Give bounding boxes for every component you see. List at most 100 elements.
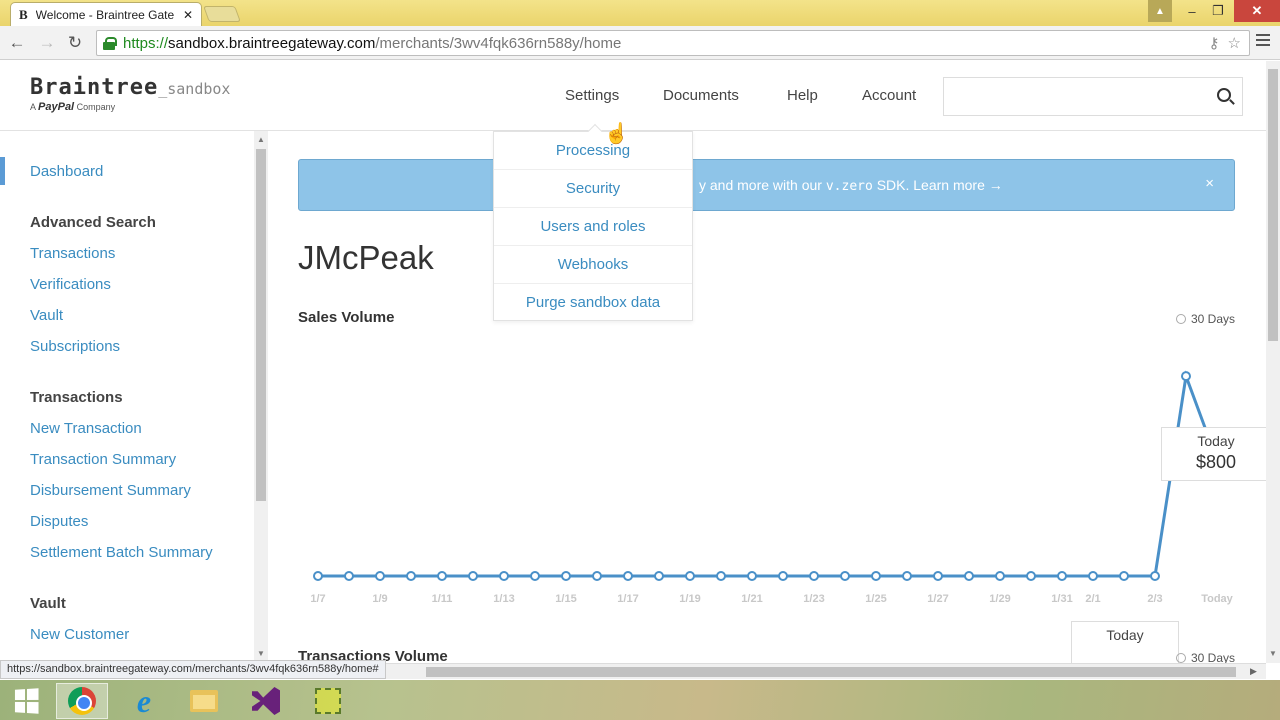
- sales-volume-chart: 1/7 1/9 1/11 1/13 1/15 1/17 1/19 1/21 1/23 1/25 1/…: [310, 370, 1234, 605]
- nav-account[interactable]: Account: [862, 87, 916, 104]
- banner-close-icon[interactable]: ×: [1205, 175, 1214, 192]
- sales-point[interactable]: [530, 571, 540, 581]
- page-scrollbar[interactable]: ▼: [1266, 61, 1280, 663]
- search-input[interactable]: [943, 77, 1243, 116]
- menu-item-security[interactable]: Security: [494, 170, 692, 208]
- sales-point[interactable]: [1026, 571, 1036, 581]
- x-tick-label: 2/1: [1085, 593, 1100, 605]
- x-tick-label: 1/9: [372, 593, 387, 605]
- nav-settings[interactable]: Settings: [565, 87, 619, 104]
- sales-point[interactable]: [1057, 571, 1067, 581]
- tx-period-selector[interactable]: 30 Days: [1176, 651, 1235, 663]
- back-arrow-icon[interactable]: ←: [6, 33, 28, 53]
- browser-toolbar: ← → ↻ https://sandbox.braintreegateway.c…: [0, 26, 1280, 60]
- x-tick-label: Today: [1201, 593, 1233, 605]
- sales-point[interactable]: [747, 571, 757, 581]
- sales-point[interactable]: [902, 571, 912, 581]
- scroll-up-icon[interactable]: ▲: [257, 135, 265, 144]
- braintree-logo[interactable]: Braintree_sandbox A PayPal Company: [30, 75, 230, 113]
- x-tick-label: 1/25: [865, 593, 886, 605]
- x-tick-label: 1/21: [741, 593, 762, 605]
- x-tick-label: 1/17: [617, 593, 638, 605]
- taskbar-internet-explorer[interactable]: e: [118, 683, 170, 719]
- sales-point[interactable]: [1088, 571, 1098, 581]
- scroll-right-icon[interactable]: ▶: [1250, 666, 1257, 677]
- sales-point[interactable]: [1150, 571, 1160, 581]
- taskbar-file-explorer[interactable]: [178, 683, 230, 719]
- taskbar-chrome[interactable]: [56, 683, 108, 719]
- sidebar-item-new-customer[interactable]: New Customer: [30, 626, 129, 643]
- sales-point[interactable]: [871, 571, 881, 581]
- horizontal-scroll-thumb[interactable]: [426, 667, 1236, 677]
- sales-point[interactable]: [809, 571, 819, 581]
- user-profile-icon[interactable]: ▲: [1148, 0, 1172, 22]
- x-tick-label: 1/31: [1051, 593, 1072, 605]
- x-tick-label: 1/13: [493, 593, 514, 605]
- minimize-button[interactable]: –: [1180, 0, 1204, 22]
- menu-item-users-and-roles[interactable]: Users and roles: [494, 208, 692, 246]
- sales-point[interactable]: [592, 571, 602, 581]
- menu-item-processing[interactable]: Processing: [494, 132, 692, 170]
- menu-item-webhooks[interactable]: Webhooks: [494, 246, 692, 284]
- sales-point[interactable]: [344, 571, 354, 581]
- start-button[interactable]: [0, 683, 52, 719]
- sidebar-item-new-transaction[interactable]: New Transaction: [30, 420, 142, 437]
- sales-point[interactable]: [716, 571, 726, 581]
- sales-point[interactable]: [1181, 371, 1191, 382]
- scroll-down-icon[interactable]: ▼: [257, 649, 265, 658]
- page-scroll-thumb[interactable]: [1268, 69, 1278, 341]
- taskbar-visual-studio[interactable]: [240, 683, 292, 719]
- sidebar-item-transaction-summary[interactable]: Transaction Summary: [30, 451, 176, 468]
- sales-point[interactable]: [840, 571, 850, 581]
- sales-series-line: [318, 370, 1219, 578]
- sidebar-scrollbar[interactable]: ▲ ▼: [254, 131, 268, 663]
- chart-tooltip: Today $800: [1161, 427, 1271, 481]
- sales-point[interactable]: [375, 571, 385, 581]
- window-close-button[interactable]: ✕: [1234, 0, 1280, 22]
- sales-point[interactable]: [995, 571, 1005, 581]
- sidebar-item-verifications[interactable]: Verifications: [30, 276, 111, 293]
- sales-point[interactable]: [437, 571, 447, 581]
- sales-point[interactable]: [964, 571, 974, 581]
- sidebar: Dashboard Advanced Search Transactions V…: [0, 131, 254, 663]
- sales-period-label: 30 Days: [1191, 312, 1236, 326]
- browser-menu-icon[interactable]: [1256, 34, 1270, 48]
- address-bar[interactable]: https://sandbox.braintreegateway.com/mer…: [96, 30, 1250, 56]
- sales-point[interactable]: [406, 571, 416, 581]
- key-icon[interactable]: ⚷: [1209, 34, 1220, 52]
- sidebar-item-disputes[interactable]: Disputes: [30, 513, 88, 530]
- new-tab-button[interactable]: [203, 6, 241, 22]
- sdk-banner: y and more with our v.zero SDK. Learn mo…: [298, 159, 1235, 211]
- sidebar-item-subscriptions[interactable]: Subscriptions: [30, 338, 120, 355]
- sales-point[interactable]: [778, 571, 788, 581]
- menu-item-purge-sandbox-data[interactable]: Purge sandbox data: [494, 284, 692, 322]
- sales-point[interactable]: [468, 571, 478, 581]
- bookmark-star-icon[interactable]: ☆: [1228, 34, 1241, 52]
- sidebar-item-disbursement-summary[interactable]: Disbursement Summary: [30, 482, 191, 499]
- sales-point[interactable]: [685, 571, 695, 581]
- sales-point[interactable]: [561, 571, 571, 581]
- sidebar-item-vault[interactable]: Vault: [30, 307, 63, 324]
- taskbar-tool[interactable]: [302, 683, 354, 719]
- sales-point[interactable]: [623, 571, 633, 581]
- banner-text[interactable]: y and more with our v.zero SDK. Learn mo…: [699, 177, 1003, 194]
- sales-point[interactable]: [654, 571, 664, 581]
- sales-point[interactable]: [933, 571, 943, 581]
- reload-icon[interactable]: ↻: [64, 33, 86, 53]
- page-scroll-down-icon[interactable]: ▼: [1269, 649, 1277, 658]
- sales-point[interactable]: [313, 571, 323, 581]
- nav-help[interactable]: Help: [787, 87, 818, 104]
- sales-point[interactable]: [499, 571, 509, 581]
- sales-point[interactable]: [1119, 571, 1129, 581]
- sidebar-item-transactions[interactable]: Transactions: [30, 245, 115, 262]
- sidebar-item-settlement-batch-summary[interactable]: Settlement Batch Summary: [30, 544, 213, 561]
- sidebar-item-dashboard[interactable]: Dashboard: [30, 163, 103, 180]
- search-icon[interactable]: [1217, 88, 1231, 102]
- tab-close-icon[interactable]: ✕: [183, 8, 193, 22]
- maximize-button[interactable]: ❐: [1206, 0, 1230, 22]
- sales-period-selector[interactable]: 30 Days: [1176, 312, 1235, 326]
- nav-documents[interactable]: Documents: [663, 87, 739, 104]
- sidebar-scroll-thumb[interactable]: [256, 149, 266, 501]
- forward-arrow-icon[interactable]: →: [36, 33, 58, 53]
- browser-tab[interactable]: B Welcome - Braintree Gate ✕: [10, 2, 202, 26]
